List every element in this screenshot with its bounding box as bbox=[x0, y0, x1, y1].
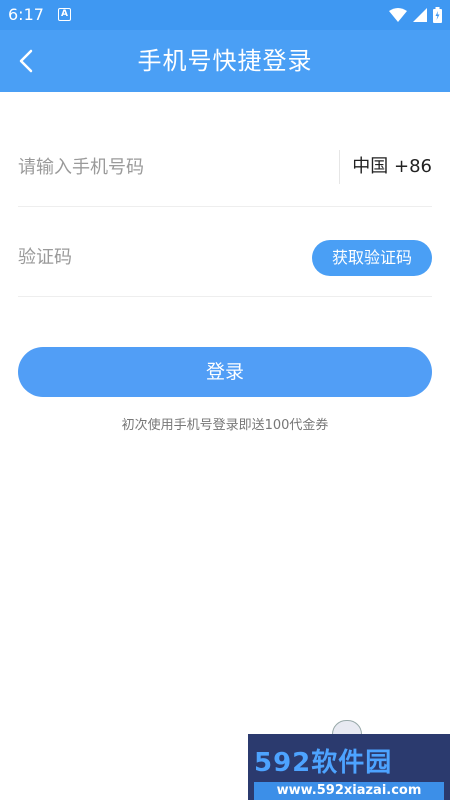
watermark-box: 592软件园 www.592xiazai.com bbox=[248, 734, 450, 800]
a-box-icon: A bbox=[58, 8, 71, 21]
page-title: 手机号快捷登录 bbox=[137, 47, 313, 75]
divider bbox=[339, 150, 340, 184]
country-code-selector[interactable]: 中国 +86 bbox=[352, 156, 432, 178]
phone-input[interactable] bbox=[18, 152, 318, 182]
promo-text: 初次使用手机号登录即送100代金券 bbox=[121, 418, 329, 433]
watermark-brand: 592软件园 bbox=[254, 748, 393, 778]
app-bar: 手机号快捷登录 bbox=[0, 30, 450, 92]
watermark: 592软件园 www.592xiazai.com bbox=[248, 720, 450, 800]
signal-icon bbox=[413, 8, 427, 22]
watermark-url: www.592xiazai.com bbox=[254, 782, 444, 800]
wifi-icon bbox=[389, 8, 407, 22]
status-bar: 6:17 A bbox=[0, 0, 450, 30]
status-icons bbox=[389, 6, 442, 24]
status-time: 6:17 bbox=[8, 5, 44, 24]
get-code-button[interactable]: 获取验证码 bbox=[312, 240, 432, 276]
login-button[interactable]: 登录 bbox=[18, 347, 432, 397]
code-row: 获取验证码 bbox=[18, 216, 432, 297]
verification-code-input[interactable] bbox=[18, 242, 318, 272]
battery-charging-icon bbox=[433, 7, 442, 23]
phone-row: 中国 +86 bbox=[18, 126, 432, 207]
